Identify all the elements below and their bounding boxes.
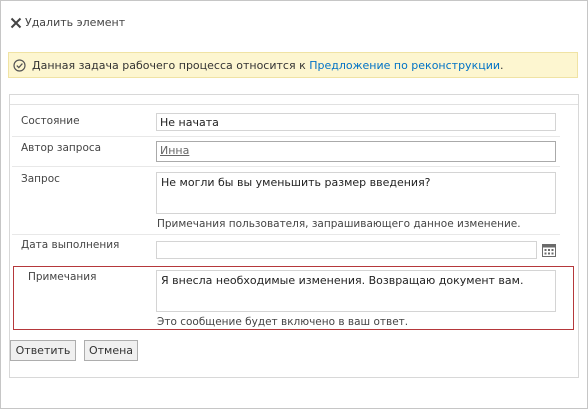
status-label: Состояние — [21, 115, 80, 127]
status-field[interactable]: Не начата — [156, 113, 556, 131]
request-textarea[interactable]: Не могли бы вы уменьшить размер введения… — [156, 172, 556, 214]
delete-item-label: Удалить элемент — [25, 16, 126, 29]
related-item-link[interactable]: Предложение по реконструкции — [309, 59, 500, 72]
requester-field[interactable]: Инна — [156, 141, 556, 162]
comments-label: Примечания — [28, 271, 97, 283]
reply-button[interactable]: Ответить — [10, 340, 76, 361]
checkmark-circle-icon — [13, 58, 26, 72]
close-icon — [10, 17, 22, 29]
delete-item-button[interactable]: Удалить элемент — [10, 16, 125, 29]
notice-text: Данная задача рабочего процесса относитс… — [32, 59, 504, 72]
notice-prefix: Данная задача рабочего процесса относитс… — [32, 58, 310, 72]
due-date-input[interactable] — [156, 241, 537, 259]
row-divider — [12, 234, 560, 235]
cancel-button[interactable]: Отмена — [84, 340, 138, 361]
workflow-notice: Данная задача рабочего процесса относитс… — [8, 52, 578, 78]
due-date-label: Дата выполнения — [21, 239, 120, 251]
comments-textarea[interactable]: Я внесла необходимые изменения. Возвраща… — [156, 270, 556, 312]
requester-label: Автор запроса — [21, 142, 102, 154]
request-label: Запрос — [21, 173, 60, 185]
form-header-bar — [10, 95, 578, 105]
notice-suffix: . — [500, 58, 504, 72]
calendar-icon[interactable] — [542, 243, 556, 257]
row-divider — [12, 166, 560, 167]
request-description: Примечания пользователя, запрашивающего … — [157, 218, 521, 230]
row-divider — [12, 136, 560, 137]
comments-description: Это сообщение будет включено в ваш ответ… — [157, 316, 409, 328]
